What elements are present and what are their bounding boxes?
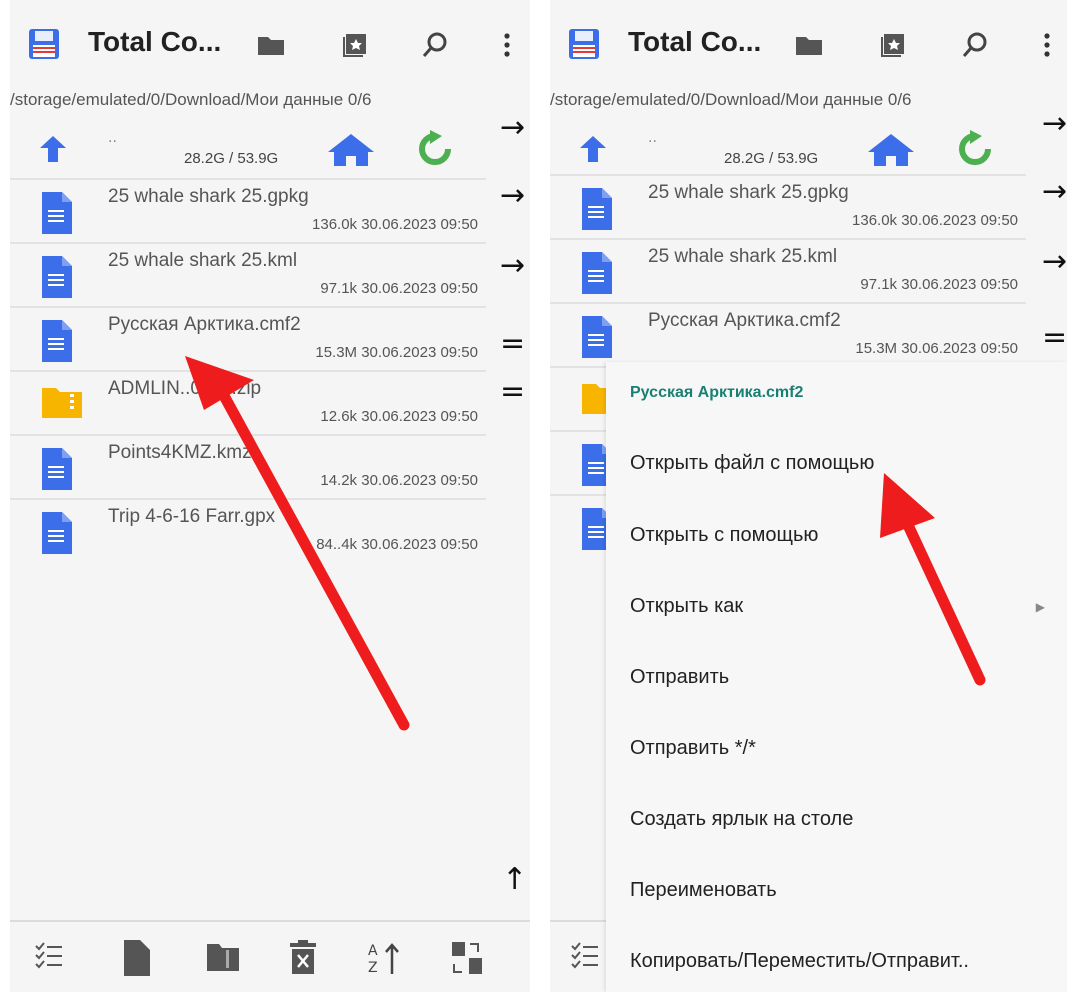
- menu-item-create-shortcut[interactable]: Создать ярлык на столе: [630, 808, 853, 831]
- file-name: 25 whale shark 25.gpkg: [108, 186, 309, 207]
- document-icon: [40, 256, 72, 302]
- floppy-disk-icon[interactable]: [568, 28, 600, 60]
- document-icon: [40, 512, 72, 558]
- document-icon: [40, 448, 72, 494]
- menu-item-send-any[interactable]: Отправить */*: [630, 737, 756, 760]
- bottom-toolbar: A Z: [10, 920, 530, 992]
- file-row[interactable]: 25 whale shark 25.gpkg 136.0k 30.06.2023 …: [10, 178, 486, 244]
- file-row[interactable]: Points4KMZ.kmz 14.2k 30.06.2023 09:50: [10, 434, 486, 500]
- document-icon: [580, 252, 612, 298]
- file-name: Points4KMZ.kmz: [108, 442, 252, 463]
- new-file-icon[interactable]: [122, 940, 150, 976]
- side-arrow-button[interactable]: →: [500, 178, 525, 213]
- side-equal-button[interactable]: =: [500, 326, 525, 361]
- search-icon[interactable]: [420, 30, 450, 60]
- zip-folder-icon: [40, 384, 84, 424]
- document-icon: [40, 320, 72, 366]
- refresh-icon[interactable]: [416, 128, 454, 168]
- home-icon[interactable]: [866, 132, 916, 166]
- file-meta: 14.2k 30.06.2023 09:50: [320, 472, 478, 489]
- app-title: Total Co...: [628, 26, 762, 57]
- more-options-icon[interactable]: [1032, 30, 1062, 60]
- file-name: ADMLIN..0k_0.zip: [108, 378, 262, 399]
- parent-dir-label: ..: [648, 130, 657, 146]
- file-meta: 84..4k 30.06.2023 09:50: [316, 536, 478, 553]
- checklist-icon[interactable]: [570, 940, 600, 970]
- storage-space: 28.2G / 53.9G: [184, 150, 279, 167]
- side-arrow-button[interactable]: →: [1042, 174, 1067, 209]
- file-row[interactable]: 25 whale shark 25.kml 97.1k 30.06.2023 09…: [10, 242, 486, 308]
- app-bar: Total Co...: [10, 0, 530, 88]
- sort-icon[interactable]: A Z: [366, 940, 402, 976]
- side-arrow-button[interactable]: →: [1042, 106, 1067, 141]
- side-arrow-button[interactable]: →: [500, 248, 525, 283]
- file-row[interactable]: ADMLIN..0k_0.zip 12.6k 30.06.2023 09:50: [10, 370, 486, 436]
- home-icon[interactable]: [326, 132, 376, 166]
- context-menu: Русская Арктика.cmf2 Открыть файл с помо…: [606, 362, 1067, 992]
- document-icon: [580, 188, 612, 234]
- document-icon: [40, 192, 72, 238]
- file-row[interactable]: Русская Арктика.cmf2 15.3M 30.06.2023 09:…: [10, 306, 486, 372]
- file-meta: 97.1k 30.06.2023 09:50: [320, 280, 478, 297]
- checklist-icon[interactable]: [34, 940, 64, 970]
- bookmark-icon[interactable]: [878, 30, 908, 60]
- side-arrow-button[interactable]: →: [1042, 244, 1067, 279]
- side-arrow-button[interactable]: →: [500, 110, 525, 145]
- file-name: Русская Арктика.cmf2: [648, 310, 841, 331]
- file-meta: 15.3M 30.06.2023 09:50: [315, 344, 478, 361]
- file-meta: 12.6k 30.06.2023 09:50: [320, 408, 478, 425]
- compare-icon[interactable]: [450, 940, 484, 976]
- file-meta: 136.0k 30.06.2023 09:50: [852, 212, 1018, 229]
- parent-dir-label: ..: [108, 130, 117, 146]
- scroll-up-button[interactable]: ↑: [502, 862, 527, 897]
- menu-item-open-file-with[interactable]: Открыть файл с помощью: [630, 452, 874, 475]
- archive-folder-icon[interactable]: [206, 940, 240, 972]
- parent-directory-row[interactable]: .. 28.2G / 53.9G: [10, 118, 490, 176]
- app-title: Total Co...: [88, 26, 222, 57]
- parent-directory-row[interactable]: .. 28.2G / 53.9G: [550, 118, 1030, 176]
- folder-icon[interactable]: [256, 30, 286, 60]
- path-breadcrumb: /storage/emulated/0/Download/Мои данные …: [550, 90, 912, 109]
- path-breadcrumb: /storage/emulated/0/Download/Мои данные …: [10, 90, 372, 109]
- app-bar: Total Co...: [550, 0, 1067, 88]
- menu-item-copy-move-send[interactable]: Копировать/Переместить/Отправит..: [630, 950, 969, 973]
- menu-item-send[interactable]: Отправить: [630, 666, 729, 689]
- file-meta: 15.3M 30.06.2023 09:50: [855, 340, 1018, 357]
- file-row[interactable]: Русская Арктика.cmf2 15.3M 30.06.2023 09:…: [550, 302, 1026, 368]
- svg-text:Z: Z: [368, 960, 378, 976]
- side-equal-button[interactable]: =: [500, 374, 525, 409]
- up-arrow-icon[interactable]: [578, 134, 608, 164]
- floppy-disk-icon[interactable]: [28, 28, 60, 60]
- file-name: Русская Арктика.cmf2: [108, 314, 301, 335]
- folder-icon[interactable]: [794, 30, 824, 60]
- context-menu-title: Русская Арктика.cmf2: [630, 384, 804, 401]
- delete-icon[interactable]: [290, 940, 316, 974]
- more-options-icon[interactable]: [492, 30, 522, 60]
- side-equal-button[interactable]: =: [1042, 320, 1067, 355]
- menu-item-open-with[interactable]: Открыть с помощью: [630, 524, 818, 547]
- up-arrow-icon[interactable]: [38, 134, 68, 164]
- submenu-arrow-icon: ▶: [1035, 600, 1045, 614]
- menu-item-open-as[interactable]: Открыть как: [630, 595, 743, 618]
- file-row[interactable]: 25 whale shark 25.gpkg 136.0k 30.06.2023 …: [550, 174, 1026, 240]
- menu-item-rename[interactable]: Переименовать: [630, 879, 777, 902]
- file-name: 25 whale shark 25.gpkg: [648, 182, 849, 203]
- file-name: Trip 4-6-16 Farr.gpx: [108, 506, 276, 527]
- search-icon[interactable]: [960, 30, 990, 60]
- file-name: 25 whale shark 25.kml: [108, 250, 298, 271]
- file-meta: 97.1k 30.06.2023 09:50: [860, 276, 1018, 293]
- right-screen: Total Co... /storage/emulated/0/Download…: [550, 0, 1067, 992]
- left-screen: Total Co... /storage/emulated/0/Download…: [10, 0, 530, 992]
- document-icon: [580, 316, 612, 362]
- file-row[interactable]: Trip 4-6-16 Farr.gpx 84..4k 30.06.2023 09…: [10, 498, 486, 564]
- bookmark-icon[interactable]: [340, 30, 370, 60]
- file-row[interactable]: 25 whale shark 25.kml 97.1k 30.06.2023 09…: [550, 238, 1026, 304]
- file-name: 25 whale shark 25.kml: [648, 246, 838, 267]
- refresh-icon[interactable]: [956, 128, 994, 168]
- storage-space: 28.2G / 53.9G: [724, 150, 819, 167]
- file-meta: 136.0k 30.06.2023 09:50: [312, 216, 478, 233]
- svg-text:A: A: [368, 943, 378, 959]
